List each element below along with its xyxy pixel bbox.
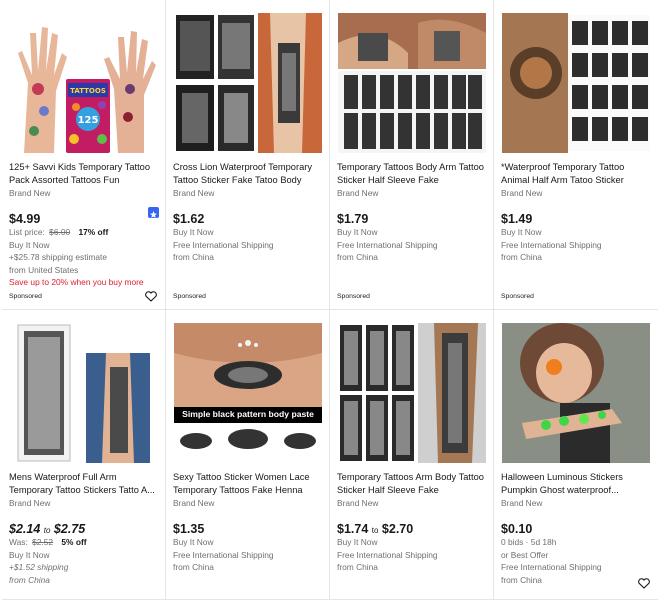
shipping-info: Free International Shipping — [337, 239, 438, 250]
listing-price-range: $2.14 to $2.75 — [9, 522, 158, 536]
listing-card[interactable]: Simple black pattern body paste Sexy Tat… — [166, 310, 330, 600]
listing-image[interactable] — [502, 13, 650, 153]
price-high: $2.70 — [381, 522, 414, 536]
shipping-info: Free International Shipping — [173, 239, 274, 250]
promo-text: Save up to 20% when you buy more — [9, 277, 144, 288]
buy-format: Buy It Now — [337, 227, 378, 237]
buy-format: Buy It Now — [9, 549, 50, 560]
listing-condition: Brand New — [337, 188, 379, 198]
item-location: from China — [501, 574, 542, 585]
shipping-info: Free International Shipping — [337, 549, 438, 560]
listing-price: $4.99 — [9, 212, 41, 226]
price-low: $2.14 — [9, 522, 41, 536]
halloween-tattoo-image — [502, 323, 650, 463]
listing-title[interactable]: Cross Lion Waterproof Temporary Tattoo S… — [173, 161, 322, 186]
list-price-row: List price: $6.00 17% off — [9, 226, 158, 239]
listing-image[interactable]: TATTOOS 125 — [10, 13, 158, 153]
buy-format: Buy It Now — [9, 239, 50, 250]
listing-price-range: $1.74 to $2.70 — [337, 522, 486, 536]
lace-tattoo-image — [174, 323, 322, 463]
buy-format: Buy It Now — [501, 227, 542, 237]
listing-title[interactable]: Mens Waterproof Full Arm Temporary Tatto… — [9, 471, 158, 496]
shipping-info: Free International Shipping — [173, 549, 274, 560]
svg-text:TATTOOS: TATTOOS — [70, 87, 106, 95]
listing-price: $1.35 — [173, 522, 205, 536]
shipping-info: Free International Shipping — [501, 239, 602, 250]
was-label: Was: — [9, 537, 28, 547]
item-location: from United States — [9, 264, 79, 275]
kids-tattoo-hands-image: TATTOOS 125 — [18, 27, 156, 153]
listing-card[interactable]: Cross Lion Waterproof Temporary Tattoo S… — [166, 0, 330, 310]
discount-label: 17% off — [78, 227, 109, 237]
sleeve-tattoo-image — [338, 13, 486, 153]
listing-title[interactable]: 125+ Savvi Kids Temporary Tattoo Pack As… — [9, 161, 158, 186]
item-location: from China — [501, 252, 542, 263]
top-rated-badge-icon — [148, 207, 159, 218]
sponsored-label: Sponsored — [501, 293, 534, 300]
arm-sleeve-tattoo-image — [340, 323, 486, 463]
listing-title[interactable]: Sexy Tattoo Sticker Women Lace Temporary… — [173, 471, 322, 496]
listing-image[interactable] — [338, 323, 486, 463]
was-price-row: Was: $2.52 5% off — [9, 536, 158, 549]
listing-condition: Brand New — [501, 188, 543, 198]
listing-price: $1.49 — [501, 212, 533, 226]
watch-heart-icon[interactable] — [638, 578, 650, 589]
listing-price: $1.79 — [337, 212, 369, 226]
buy-format: Buy It Now — [173, 227, 214, 237]
listing-image[interactable] — [174, 13, 322, 153]
listing-image[interactable] — [502, 323, 650, 463]
buy-format: Buy It Now — [173, 537, 214, 547]
image-caption: Simple black pattern body paste — [182, 409, 314, 419]
listing-card[interactable]: Mens Waterproof Full Arm Temporary Tatto… — [2, 310, 166, 600]
listing-condition: Brand New — [337, 498, 379, 508]
svg-text:125: 125 — [78, 115, 99, 126]
full-arm-tattoo-image — [17, 324, 150, 463]
watch-heart-icon[interactable] — [145, 291, 157, 302]
listing-price: $0.10 — [501, 522, 533, 536]
was-price: $2.52 — [32, 537, 54, 547]
lion-tattoo-image — [176, 13, 322, 153]
sponsored-label: Sponsored — [173, 293, 206, 300]
listing-card[interactable]: Halloween Luminous Stickers Pumpkin Ghos… — [494, 310, 658, 600]
item-location: from China — [173, 252, 214, 263]
listing-price: $1.62 — [173, 212, 205, 226]
shipping-info: Free International Shipping — [501, 562, 602, 573]
price-to: to — [43, 526, 51, 535]
listing-title[interactable]: Temporary Tattoos Body Arm Tattoo Sticke… — [337, 161, 486, 186]
shipping-info: +$1.52 shipping — [9, 562, 69, 573]
listing-title[interactable]: Temporary Tattoos Arm Body Tattoo Sticke… — [337, 471, 486, 496]
list-price-label: List price: — [9, 227, 45, 237]
listing-card[interactable]: TATTOOS 125 125+ Savvi Kids Temporary Ta… — [2, 0, 166, 310]
listing-image[interactable] — [338, 13, 486, 153]
best-offer: or Best Offer — [501, 549, 549, 560]
listing-image[interactable] — [10, 323, 158, 463]
listing-card[interactable]: Temporary Tattoos Arm Body Tattoo Sticke… — [330, 310, 494, 600]
listing-card[interactable]: *Waterproof Temporary Tattoo Animal Half… — [494, 0, 658, 310]
price-high: $2.75 — [53, 522, 86, 536]
item-location: from China — [337, 252, 378, 263]
item-location: from China — [9, 574, 50, 585]
shipping-info: +$25.78 shipping estimate — [9, 252, 108, 263]
discount-label: 5% off — [61, 537, 87, 547]
bids-info: 0 bids · 5d 18h — [501, 537, 557, 547]
results-grid: TATTOOS 125 125+ Savvi Kids Temporary Ta… — [0, 0, 662, 600]
listing-condition: Brand New — [173, 498, 215, 508]
listing-condition: Brand New — [9, 498, 51, 508]
listing-condition: Brand New — [173, 188, 215, 198]
buy-format: Buy It Now — [337, 537, 378, 547]
price-to: to — [371, 526, 379, 535]
listing-condition: Brand New — [501, 498, 543, 508]
list-price-value: $6.00 — [49, 227, 71, 237]
item-location: from China — [173, 562, 214, 573]
listing-image[interactable]: Simple black pattern body paste — [174, 323, 322, 463]
price-low: $1.74 — [337, 522, 369, 536]
listing-title[interactable]: *Waterproof Temporary Tattoo Animal Half… — [501, 161, 651, 186]
sponsored-label: Sponsored — [337, 293, 370, 300]
animal-tattoo-image — [502, 13, 650, 153]
listing-condition: Brand New — [9, 188, 51, 198]
item-location: from China — [337, 562, 378, 573]
listing-title[interactable]: Halloween Luminous Stickers Pumpkin Ghos… — [501, 471, 651, 496]
listing-card[interactable]: Temporary Tattoos Body Arm Tattoo Sticke… — [330, 0, 494, 310]
sponsored-label: Sponsored — [9, 293, 42, 300]
